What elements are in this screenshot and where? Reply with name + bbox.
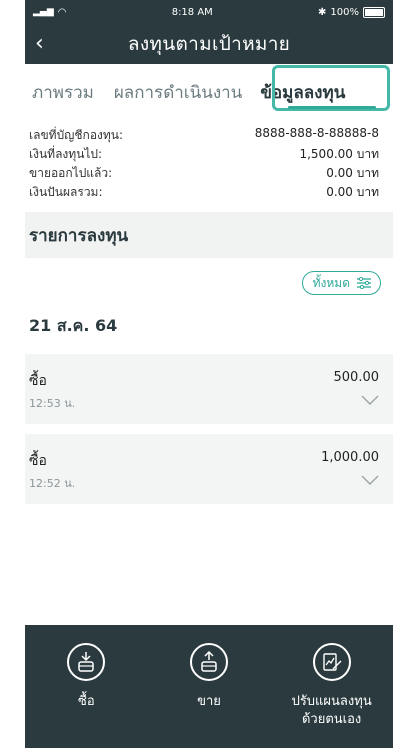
- transaction-amount: 1,000.00: [321, 450, 379, 465]
- status-bar: ▂▄▆ ◠ 8:18 AM ✱ 100%: [25, 0, 393, 24]
- sell-button[interactable]: ขาย: [154, 643, 264, 711]
- info-value: 0.00 บาท: [326, 166, 379, 180]
- info-value: 0.00 บาท: [326, 185, 379, 199]
- filter-button[interactable]: ทั้งหมด: [301, 271, 381, 295]
- filter-row: ทั้งหมด: [25, 258, 393, 308]
- tab-bar: ภาพรวม ผลการดำเนินงาน ข้อมูลลงทุน: [25, 64, 393, 116]
- filter-icon: [357, 277, 371, 289]
- info-row-dividend: เงินปันผลรวม: 0.00 บาท: [29, 183, 379, 202]
- tab-underline: [288, 106, 376, 109]
- action-bar: ซื้อ ขาย ปรับแผนลงทุน ด้วยตนเอง: [25, 625, 393, 748]
- back-icon[interactable]: ‹: [35, 30, 44, 58]
- transaction-item[interactable]: ซื้อ 12:53 น. 500.00: [25, 354, 393, 424]
- battery-percent: 100%: [330, 6, 359, 18]
- adjust-plan-button[interactable]: ปรับแผนลงทุน ด้วยตนเอง: [277, 643, 387, 729]
- sell-icon: [189, 643, 228, 681]
- transaction-time: 12:52 น.: [29, 477, 76, 490]
- transaction-time: 12:53 น.: [29, 397, 76, 410]
- info-label: ขายออกไปแล้ว:: [29, 166, 113, 180]
- tab-highlight: [272, 65, 390, 111]
- transaction-amount: 500.00: [333, 370, 380, 385]
- info-label: เลขที่บัญชีกองทุน:: [29, 128, 124, 142]
- info-label: เงินที่ลงทุนไป:: [29, 147, 103, 161]
- tab-overview[interactable]: ภาพรวม: [29, 79, 97, 116]
- info-value: 1,500.00 บาท: [299, 147, 379, 161]
- section-title: รายการลงทุน: [25, 212, 393, 258]
- signal-icon: ▂▄▆: [33, 7, 54, 17]
- info-value: 8888-888-8-88888-8: [254, 126, 379, 140]
- page-title: ลงทุนตามเป้าหมาย: [127, 33, 291, 55]
- transaction-type: ซื้อ: [29, 453, 47, 469]
- buy-label: ซื้อ: [78, 694, 95, 709]
- info-row-account: เลขที่บัญชีกองทุน: 8888-888-8-88888-8: [29, 126, 379, 145]
- info-label: เงินปันผลรวม:: [29, 185, 103, 199]
- info-row-invested: เงินที่ลงทุนไป: 1,500.00 บาท: [29, 145, 379, 164]
- sell-label: ขาย: [197, 694, 221, 709]
- status-time: 8:18 AM: [171, 6, 213, 18]
- chevron-down-icon[interactable]: [361, 394, 379, 406]
- transaction-item[interactable]: ซื้อ 12:52 น. 1,000.00: [25, 434, 393, 504]
- info-row-sold: ขายออกไปแล้ว: 0.00 บาท: [29, 164, 379, 183]
- chevron-down-icon[interactable]: [361, 474, 379, 486]
- battery-icon: [363, 6, 385, 18]
- header: ‹ ลงทุนตามเป้าหมาย: [25, 24, 393, 64]
- adjust-plan-label: ปรับแผนลงทุน ด้วยตนเอง: [291, 694, 372, 727]
- signal-wifi: ▂▄▆ ◠: [33, 7, 67, 18]
- buy-icon: [67, 643, 106, 681]
- account-info: เลขที่บัญชีกองทุน: 8888-888-8-88888-8 เง…: [25, 116, 393, 202]
- app-frame: ▂▄▆ ◠ 8:18 AM ✱ 100% ‹ ลงทุนตามเป้าหมาย …: [25, 0, 393, 748]
- tab-performance[interactable]: ผลการดำเนินงาน: [111, 79, 245, 116]
- filter-label: ทั้งหมด: [312, 275, 350, 290]
- wifi-icon: ◠: [57, 6, 67, 18]
- date-group-label: 21 ส.ค. 64: [29, 316, 118, 335]
- buy-button[interactable]: ซื้อ: [31, 643, 141, 711]
- bluetooth-icon: ✱: [318, 6, 327, 18]
- adjust-plan-icon: [312, 643, 351, 681]
- transaction-type: ซื้อ: [29, 373, 47, 389]
